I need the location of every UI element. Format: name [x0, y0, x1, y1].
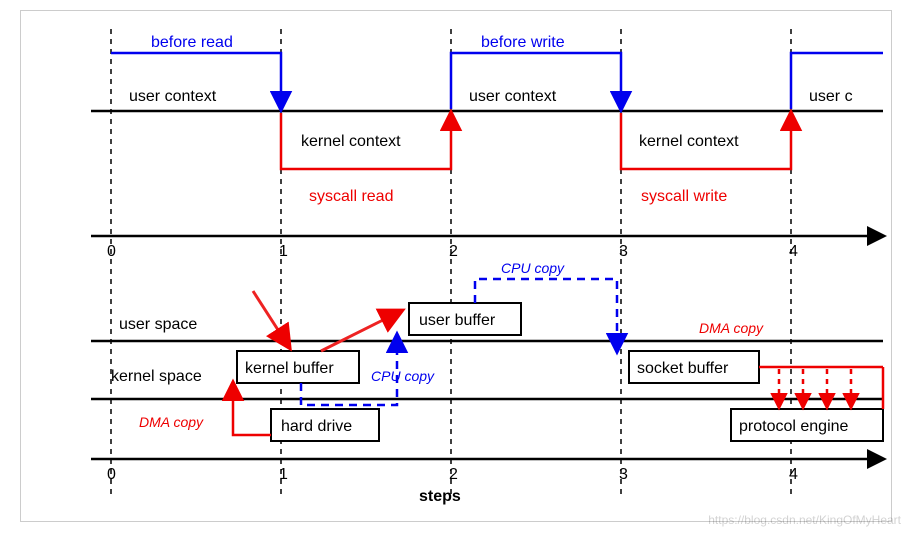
top-tick-3: 3	[619, 243, 628, 260]
top-tick-1: 1	[279, 243, 288, 260]
annotation-arrow-2	[321, 311, 401, 351]
x-axis-label: steps	[419, 488, 461, 505]
bot-tick-4: 4	[789, 466, 798, 483]
diagram-frame: before read before write user context us…	[20, 10, 892, 522]
annotation-arrow-1	[253, 291, 289, 347]
node-hard-drive: hard drive	[281, 418, 352, 435]
node-user-buffer: user buffer	[419, 312, 496, 329]
node-kernel-buffer: kernel buffer	[245, 360, 334, 377]
label-dma-copy-2: DMA copy	[699, 320, 764, 336]
bot-tick-2: 2	[449, 466, 458, 483]
bot-tick-3: 3	[619, 466, 628, 483]
label-user-context-1: user context	[129, 88, 217, 105]
label-dma-copy-1: DMA copy	[139, 414, 204, 430]
bot-tick-0: 0	[107, 466, 116, 483]
bottom-space-diagram: user space kernel space user buffer kern…	[91, 260, 883, 505]
label-before-read: before read	[151, 34, 233, 51]
top-tick-4: 4	[789, 243, 798, 260]
node-protocol-engine: protocol engine	[739, 418, 849, 435]
label-syscall-read: syscall read	[309, 188, 393, 205]
label-syscall-write: syscall write	[641, 188, 727, 205]
label-before-write: before write	[481, 34, 565, 51]
label-kernel-context-1: kernel context	[301, 133, 401, 150]
label-user-context-2: user context	[469, 88, 557, 105]
node-socket-buffer: socket buffer	[637, 360, 729, 377]
top-tick-2: 2	[449, 243, 458, 260]
label-cpu-copy-1: CPU copy	[371, 368, 435, 384]
label-user-space: user space	[119, 316, 197, 333]
bot-tick-1: 1	[279, 466, 288, 483]
label-cpu-copy-2: CPU copy	[501, 260, 565, 276]
watermark-text: https://blog.csdn.net/KingOfMyHeart	[708, 513, 901, 527]
top-tick-0: 0	[107, 243, 116, 260]
label-kernel-space: kernel space	[111, 368, 202, 385]
top-context-diagram: before read before write user context us…	[91, 34, 883, 260]
label-kernel-context-2: kernel context	[639, 133, 739, 150]
label-user-context-3: user c	[809, 88, 853, 105]
